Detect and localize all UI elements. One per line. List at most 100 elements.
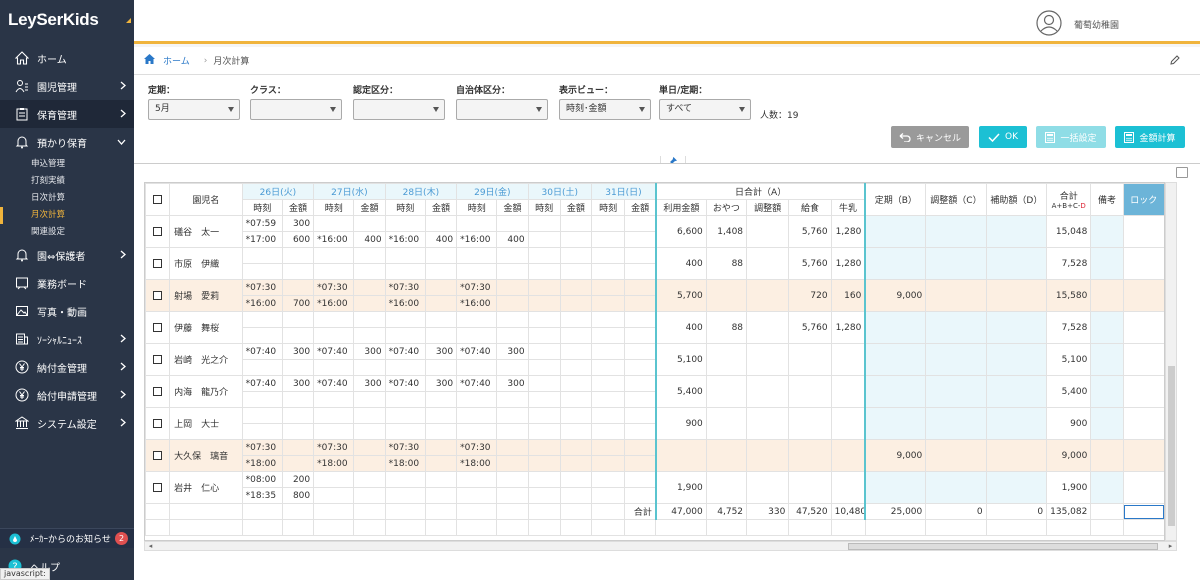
subsidy-cell[interactable] [985, 439, 1048, 472]
time-cell[interactable] [527, 279, 561, 296]
sidebar-item-payment[interactable]: 納付金管理 [0, 353, 134, 381]
table-row[interactable]: 大久保 璃音 *07:30 *07:30 *07:30 *07:30 9,000 9,000 [145, 439, 1164, 472]
remarks-cell[interactable] [1090, 343, 1124, 376]
time-cell[interactable]: *07:30 [384, 439, 426, 456]
amount-cell[interactable] [559, 327, 593, 344]
amount-cell[interactable]: 300 [424, 375, 458, 392]
amount-cell[interactable] [353, 263, 386, 280]
time-cell[interactable] [456, 423, 498, 440]
time-cell[interactable] [527, 343, 561, 360]
amount-cell[interactable] [424, 391, 458, 408]
teiki-cell[interactable] [864, 375, 927, 408]
remarks-cell[interactable] [1090, 279, 1124, 312]
lock-cell[interactable] [1122, 247, 1164, 280]
time-cell[interactable]: *16:00 [456, 295, 498, 312]
remarks-cell[interactable] [1090, 247, 1124, 280]
amount-cell[interactable] [559, 407, 593, 424]
app-logo[interactable]: LeySerKids [0, 0, 134, 38]
amount-cell[interactable] [624, 455, 657, 472]
vertical-scroll-thumb[interactable] [1168, 366, 1175, 526]
horizontal-scrollbar[interactable]: ◂ ▸ [144, 541, 1177, 551]
time-cell[interactable]: *07:40 [384, 375, 426, 392]
amount-cell[interactable] [281, 327, 315, 344]
amount-cell[interactable] [353, 455, 386, 472]
time-cell[interactable]: *16:00 [456, 231, 498, 248]
time-cell[interactable]: *16:00 [313, 295, 355, 312]
subsidy-cell[interactable] [985, 279, 1048, 312]
amount-cell[interactable] [496, 311, 529, 328]
sidebar-item-social-news[interactable]: ｿｰｼｬﾙﾆｭｰｽ [0, 325, 134, 353]
amount-cell[interactable] [624, 407, 657, 424]
remarks-cell[interactable] [1090, 375, 1124, 408]
mode-select[interactable]: すべて [659, 99, 751, 120]
amount-cell[interactable] [353, 471, 386, 488]
subsidy-cell[interactable] [985, 407, 1048, 440]
remarks-cell[interactable] [1090, 215, 1124, 248]
municipality-select[interactable] [456, 99, 548, 120]
home-icon[interactable] [144, 54, 155, 67]
time-cell[interactable]: *07:30 [313, 279, 355, 296]
amount-cell[interactable]: 300 [496, 375, 529, 392]
amount-cell[interactable] [559, 487, 593, 504]
time-cell[interactable]: *07:59 [241, 215, 283, 232]
amount-cell[interactable]: 300 [424, 343, 458, 360]
sidebar-item-extended-care[interactable]: 預かり保育 [0, 128, 134, 156]
amount-cell[interactable] [624, 215, 657, 232]
time-cell[interactable] [241, 327, 283, 344]
amount-cell[interactable] [353, 247, 386, 264]
lock-cell[interactable] [1122, 215, 1164, 248]
amount-cell[interactable] [424, 327, 458, 344]
amount-cell[interactable] [281, 407, 315, 424]
amount-cell[interactable] [424, 359, 458, 376]
time-cell[interactable] [456, 263, 498, 280]
amount-cell[interactable] [424, 455, 458, 472]
teiki-cell[interactable] [864, 471, 927, 504]
time-cell[interactable] [590, 279, 626, 296]
maker-notice[interactable]: ﾒｰｶｰからのお知らせ 2 [0, 528, 134, 548]
time-cell[interactable]: *07:30 [456, 439, 498, 456]
sidebar-item-children[interactable]: 園児管理 [0, 72, 134, 100]
lock-cell[interactable] [1122, 439, 1164, 472]
child-name[interactable]: 岩崎 光之介 [169, 343, 243, 376]
amount-cell[interactable] [353, 439, 386, 456]
time-cell[interactable] [590, 455, 626, 472]
calculate-button[interactable]: 金額計算 [1115, 126, 1185, 148]
amount-cell[interactable] [559, 295, 593, 312]
time-cell[interactable] [456, 311, 498, 328]
time-cell[interactable] [241, 391, 283, 408]
checkbox[interactable] [153, 450, 163, 460]
teiki-cell[interactable] [864, 407, 927, 440]
amount-cell[interactable]: 800 [281, 487, 315, 504]
amount-cell[interactable] [353, 215, 386, 232]
time-cell[interactable] [456, 359, 498, 376]
amount-cell[interactable] [281, 263, 315, 280]
time-cell[interactable] [527, 375, 561, 392]
time-cell[interactable] [456, 247, 498, 264]
time-cell[interactable] [241, 311, 283, 328]
time-cell[interactable] [527, 423, 561, 440]
lock-header[interactable]: ロック [1122, 183, 1164, 216]
amount-cell[interactable]: 300 [353, 343, 386, 360]
amount-cell[interactable] [281, 423, 315, 440]
time-cell[interactable] [527, 439, 561, 456]
amount-cell[interactable] [624, 311, 657, 328]
time-cell[interactable] [527, 359, 561, 376]
time-cell[interactable]: *07:30 [313, 439, 355, 456]
time-cell[interactable] [241, 247, 283, 264]
time-cell[interactable]: *18:35 [241, 487, 283, 504]
time-cell[interactable] [456, 407, 498, 424]
amount-cell[interactable] [496, 247, 529, 264]
checkbox[interactable] [153, 194, 163, 204]
time-cell[interactable] [384, 263, 426, 280]
amount-cell[interactable] [496, 391, 529, 408]
submenu-item[interactable]: 関連設定 [0, 224, 134, 241]
checkbox[interactable] [153, 386, 163, 396]
time-cell[interactable] [456, 487, 498, 504]
ok-button[interactable]: OK [979, 126, 1027, 148]
amount-cell[interactable] [424, 247, 458, 264]
time-cell[interactable] [527, 311, 561, 328]
adjust-cell[interactable] [925, 279, 987, 312]
time-cell[interactable]: *08:00 [241, 471, 283, 488]
time-cell[interactable] [590, 295, 626, 312]
teiki-cell[interactable] [864, 215, 927, 248]
